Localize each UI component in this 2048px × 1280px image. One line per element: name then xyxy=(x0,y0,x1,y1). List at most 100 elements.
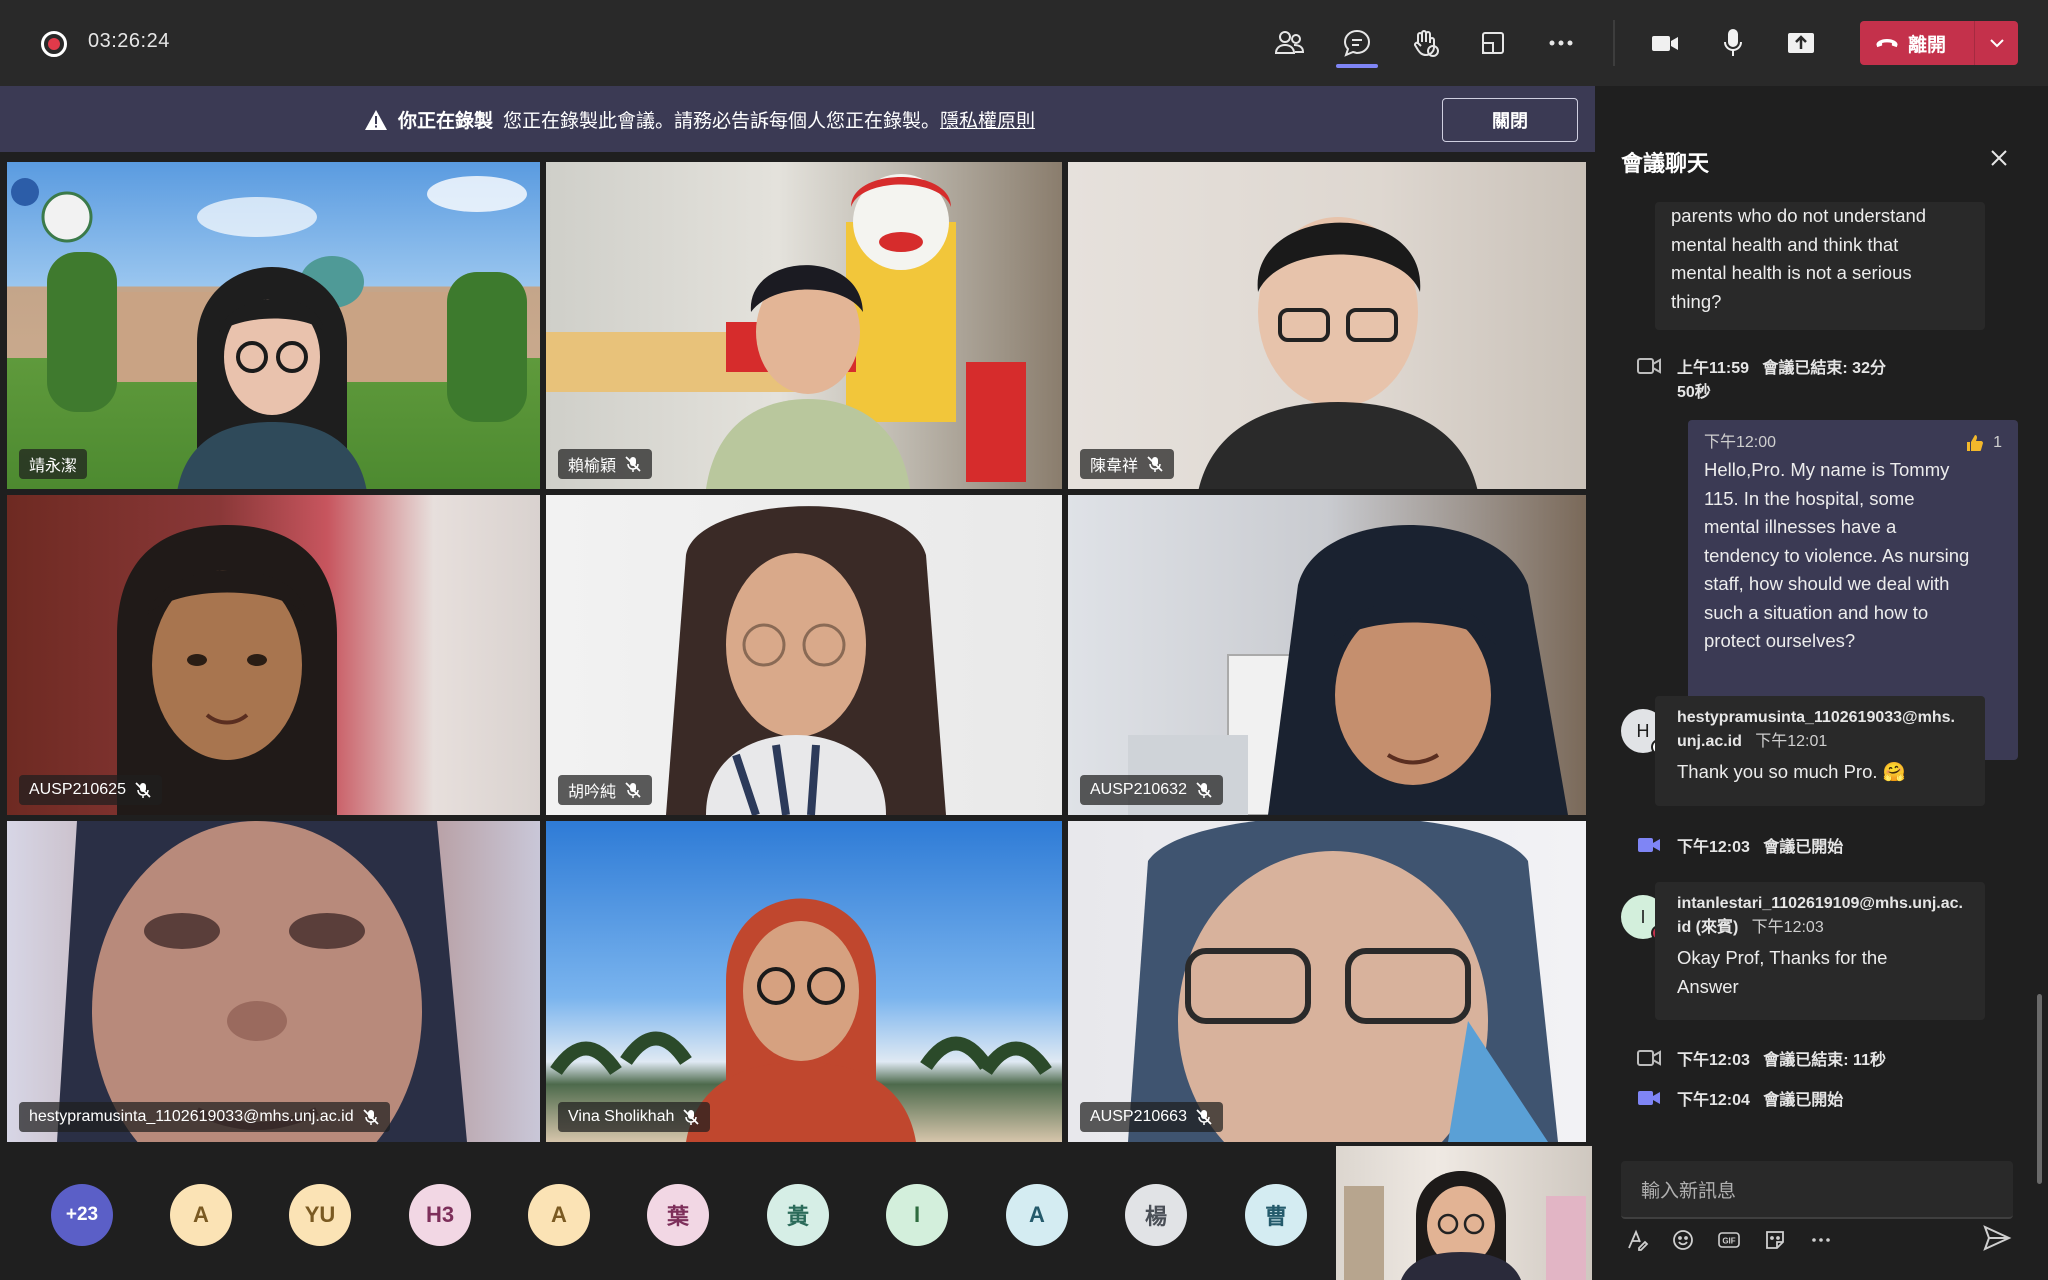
system-text: 50秒 xyxy=(1677,384,1711,401)
leave-main-button[interactable]: 離開 xyxy=(1860,21,1974,65)
system-message: 下午12:03 會議已結束: 11秒 xyxy=(1635,1046,1886,1070)
participant-video xyxy=(117,525,337,815)
participant-name-tag: AUSP210663 xyxy=(1080,1102,1223,1132)
system-message: 下午12:04 會議已開始 xyxy=(1635,1086,1843,1110)
meeting-started-icon xyxy=(1638,838,1660,852)
self-video xyxy=(1344,1171,1586,1280)
meeting-chat-panel: 會議聊天 parents who do not understand menta… xyxy=(1595,86,2048,1280)
recording-banner: 你正在錄製 您正在錄製此會議。請務必告訴每個人您正在錄製。 隱私權原則 關閉 xyxy=(0,86,1595,152)
message-line: mental illnesses have a xyxy=(1704,516,1897,537)
mic-icon[interactable] xyxy=(1712,22,1754,64)
more-options-icon[interactable] xyxy=(1807,1226,1835,1254)
participant-name: AUSP210663 xyxy=(1090,1108,1187,1125)
close-icon[interactable] xyxy=(1983,142,2015,174)
video-tile[interactable]: 靖永潔 xyxy=(7,162,540,489)
participant-name-tag: Vina Sholikhah xyxy=(558,1102,711,1132)
sender-name: id (來賓) xyxy=(1677,919,1739,936)
message-line: Hello,Pro. My name is Tommy xyxy=(1704,459,1950,480)
message-input[interactable]: 輸入新訊息 xyxy=(1621,1161,2013,1219)
people-icon[interactable] xyxy=(1268,22,1310,64)
participant-avatar[interactable]: YU xyxy=(289,1184,351,1246)
privacy-policy-link[interactable]: 隱私權原則 xyxy=(940,106,1035,133)
participant-name-tag: hestypramusinta_1102619033@mhs.unj.ac.id xyxy=(19,1102,390,1132)
participant-video xyxy=(1198,217,1478,489)
chat-message: intanlestari_1102619109@mhs.unj.ac. id (… xyxy=(1655,882,1985,1020)
participant-name: AUSP210632 xyxy=(1090,781,1187,798)
message-time: 下午12:03 xyxy=(1751,919,1824,936)
message-line: parents who do not understand xyxy=(1671,205,1927,226)
video-tile[interactable]: 賴榆穎 xyxy=(546,162,1062,489)
meeting-ended-icon xyxy=(1637,358,1661,374)
participant-avatar[interactable]: 曹 xyxy=(1245,1184,1307,1246)
recording-icon xyxy=(41,31,67,57)
participant-avatar[interactable]: H3 xyxy=(409,1184,471,1246)
participant-name-tag: 胡吟純 xyxy=(558,775,653,805)
message-time: 下午12:01 xyxy=(1755,733,1828,750)
participant-avatar[interactable]: A xyxy=(1006,1184,1068,1246)
video-tile[interactable]: Vina Sholikhah xyxy=(546,821,1062,1142)
leave-button[interactable]: 離開 xyxy=(1860,21,2018,65)
video-tile[interactable]: AUSP210625 xyxy=(7,495,540,815)
meeting-started-icon xyxy=(1638,1091,1660,1105)
video-tile[interactable]: 陳韋祥 xyxy=(1068,162,1586,489)
mic-off-icon xyxy=(683,1109,700,1125)
send-icon[interactable] xyxy=(1981,1222,2013,1254)
video-tile[interactable]: AUSP210663 xyxy=(1068,821,1586,1142)
participant-name: hestypramusinta_1102619033@mhs.unj.ac.id xyxy=(29,1108,354,1125)
participant-name-tag: 賴榆穎 xyxy=(558,449,653,479)
chat-title: 會議聊天 xyxy=(1621,151,1710,176)
participant-video xyxy=(666,506,946,815)
emoji-icon[interactable] xyxy=(1669,1226,1697,1254)
mic-off-icon xyxy=(625,782,641,798)
participant-avatar[interactable]: A xyxy=(170,1184,232,1246)
sender-name: unj.ac.id xyxy=(1677,733,1742,750)
mic-off-icon xyxy=(362,1109,379,1125)
participant-avatar[interactable]: I xyxy=(886,1184,948,1246)
participant-avatar[interactable]: 楊 xyxy=(1125,1184,1187,1246)
dismiss-banner-button[interactable]: 關閉 xyxy=(1442,98,1578,142)
video-tile[interactable]: AUSP210632 xyxy=(1068,495,1586,815)
camera-icon[interactable] xyxy=(1644,22,1686,64)
gif-icon[interactable]: GIF xyxy=(1715,1226,1743,1254)
message-line: staff, how should we deal with xyxy=(1704,573,1950,594)
sticker-icon[interactable] xyxy=(1761,1226,1789,1254)
meeting-toolbar: 03:26:24 離開 xyxy=(0,0,2048,86)
share-tray-icon[interactable] xyxy=(1472,22,1514,64)
participant-video xyxy=(546,174,1026,489)
video-grid: 靖永潔 賴榆穎 陳韋祥 AUSP210625 胡吟純 AUSP210632 he… xyxy=(0,152,1595,1142)
self-view-video[interactable] xyxy=(1336,1146,1592,1280)
message-line: Answer xyxy=(1677,975,1739,997)
more-icon[interactable] xyxy=(1540,22,1582,64)
participant-name-tag: AUSP210632 xyxy=(1080,775,1223,805)
participant-avatar[interactable]: 葉 xyxy=(647,1184,709,1246)
chevron-down-icon[interactable] xyxy=(1975,21,2018,65)
thumbs-up-icon xyxy=(1967,435,1984,451)
avatar-initial: I xyxy=(1640,906,1646,927)
message-line: Thank you so much Pro. 🤗 xyxy=(1677,761,1906,782)
overflow-participants-badge[interactable]: +23 xyxy=(51,1184,113,1246)
share-screen-icon[interactable] xyxy=(1780,22,1822,64)
participant-video xyxy=(177,267,367,489)
warning-icon xyxy=(365,109,387,130)
system-time: 下午12:03 xyxy=(1677,839,1750,856)
participant-name: 賴榆穎 xyxy=(568,458,617,475)
message-line: mental health is not a serious xyxy=(1671,262,1912,283)
participant-name: 靖永潔 xyxy=(29,458,78,475)
mic-off-icon xyxy=(625,456,641,472)
reaction[interactable]: 1 xyxy=(1965,429,2002,458)
chat-scrollbar[interactable] xyxy=(2037,994,2042,1184)
participant-name: 陳韋祥 xyxy=(1090,458,1139,475)
system-time: 下午12:03 xyxy=(1677,1052,1750,1069)
participant-video xyxy=(1128,821,1558,1142)
message-time: 下午12:00 xyxy=(1704,433,1777,451)
video-tile[interactable]: hestypramusinta_1102619033@mhs.unj.ac.id xyxy=(7,821,540,1142)
raise-hand-icon[interactable] xyxy=(1404,22,1446,64)
mic-off-icon xyxy=(1196,782,1212,798)
participant-video xyxy=(550,898,1052,1142)
format-icon[interactable] xyxy=(1623,1226,1651,1254)
chat-icon[interactable] xyxy=(1336,22,1378,64)
participant-avatar[interactable]: 黃 xyxy=(767,1184,829,1246)
video-tile[interactable]: 胡吟純 xyxy=(546,495,1062,815)
participant-avatar[interactable]: A xyxy=(528,1184,590,1246)
participant-name: AUSP210625 xyxy=(29,781,126,798)
